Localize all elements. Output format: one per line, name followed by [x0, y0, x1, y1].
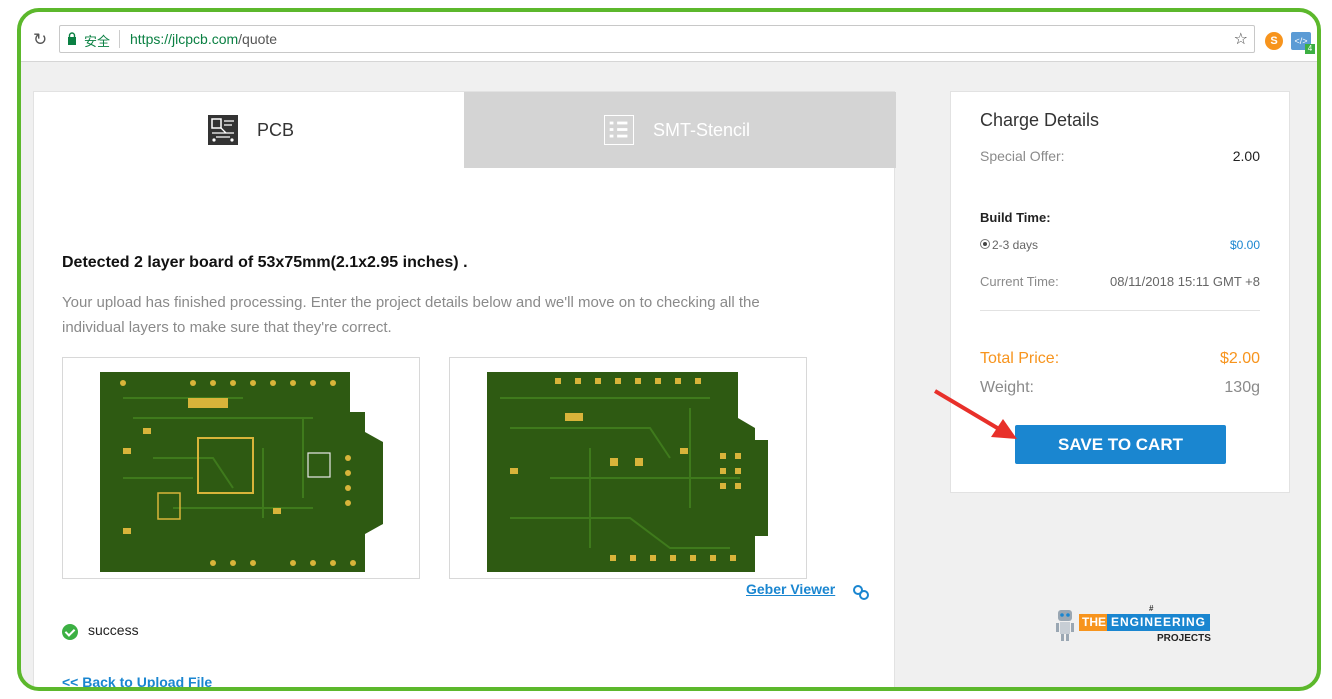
build-time-label: Build Time: [980, 210, 1051, 225]
back-to-upload-link[interactable]: << Back to Upload File [62, 674, 212, 687]
save-to-cart-button[interactable]: SAVE TO CART [1015, 425, 1226, 464]
total-price-label: Total Price: [980, 350, 1060, 367]
extension-badge: 4 [1305, 44, 1315, 54]
address-separator [119, 30, 120, 48]
pcb-top-image [100, 372, 383, 572]
browser-toolbar: ↻ 安全 https://jlcpcb.com/quote ☆ S </> 4 [21, 12, 1317, 62]
lock-icon [68, 32, 76, 45]
special-offer-value: 2.00 [1232, 148, 1260, 164]
red-arrow-annotation [933, 389, 1017, 439]
build-time-radio[interactable] [980, 239, 990, 249]
tab-pcb[interactable]: PCB [34, 92, 464, 168]
upload-description: Your upload has finished processing. Ent… [62, 294, 760, 336]
address-bar[interactable]: 安全 https://jlcpcb.com/quote ☆ [59, 25, 1255, 53]
pcb-top-preview[interactable] [62, 357, 420, 579]
engineering-projects-logo: # technopreneur THE ENGINEERING PROJECTS [1055, 604, 1211, 648]
weight-value: 130g [1224, 379, 1260, 396]
extension-icon-partial[interactable] [1317, 32, 1321, 50]
logo-the: THE [1079, 614, 1109, 631]
success-status: success [88, 622, 139, 638]
build-time-option[interactable]: 2-3 days [992, 238, 1038, 252]
special-offer-label: Special Offer: [980, 148, 1065, 164]
tab-smt-stencil[interactable]: SMT-Stencil [464, 92, 896, 168]
build-time-price: $0.00 [1229, 238, 1260, 252]
pcb-bottom-preview[interactable] [449, 357, 807, 579]
success-check-icon [62, 624, 78, 640]
robot-icon [1056, 610, 1074, 641]
pcb-icon [208, 115, 238, 145]
highlight-frame: ↻ 安全 https://jlcpcb.com/quote ☆ S </> 4 P… [17, 8, 1321, 691]
extension-icon[interactable]: S [1265, 32, 1283, 50]
geber-viewer-link[interactable]: Geber Viewer [746, 581, 835, 597]
link-icon[interactable] [852, 583, 870, 601]
tab-smt-label: SMT-Stencil [653, 120, 751, 140]
logo-projects: PROJECTS [1157, 633, 1211, 644]
quote-panel: PCB SMT-Stencil Detected 2 layer board o… [33, 91, 896, 687]
detected-board-text: Detected 2 layer board of 53x75mm(2.1x2.… [62, 254, 468, 271]
code-extension-icon[interactable]: </> 4 [1291, 32, 1315, 54]
charge-divider [980, 310, 1260, 311]
stencil-icon [604, 115, 634, 145]
total-price-value: $2.00 [1219, 350, 1260, 367]
pcb-bottom-image [487, 372, 768, 572]
secure-label: 安全 [84, 35, 111, 50]
charge-details-title: Charge Details [980, 110, 1100, 130]
reload-icon[interactable]: ↻ [33, 30, 47, 50]
logo-engineering: ENGINEERING [1107, 614, 1211, 631]
current-time-label: Current Time: [980, 274, 1059, 289]
url-text[interactable]: https://jlcpcb.com/quote [130, 31, 277, 47]
bookmark-star-icon[interactable]: ☆ [1234, 29, 1248, 48]
tab-pcb-label: PCB [257, 120, 295, 140]
current-time-value: 08/11/2018 15:11 GMT +8 [1110, 274, 1260, 289]
